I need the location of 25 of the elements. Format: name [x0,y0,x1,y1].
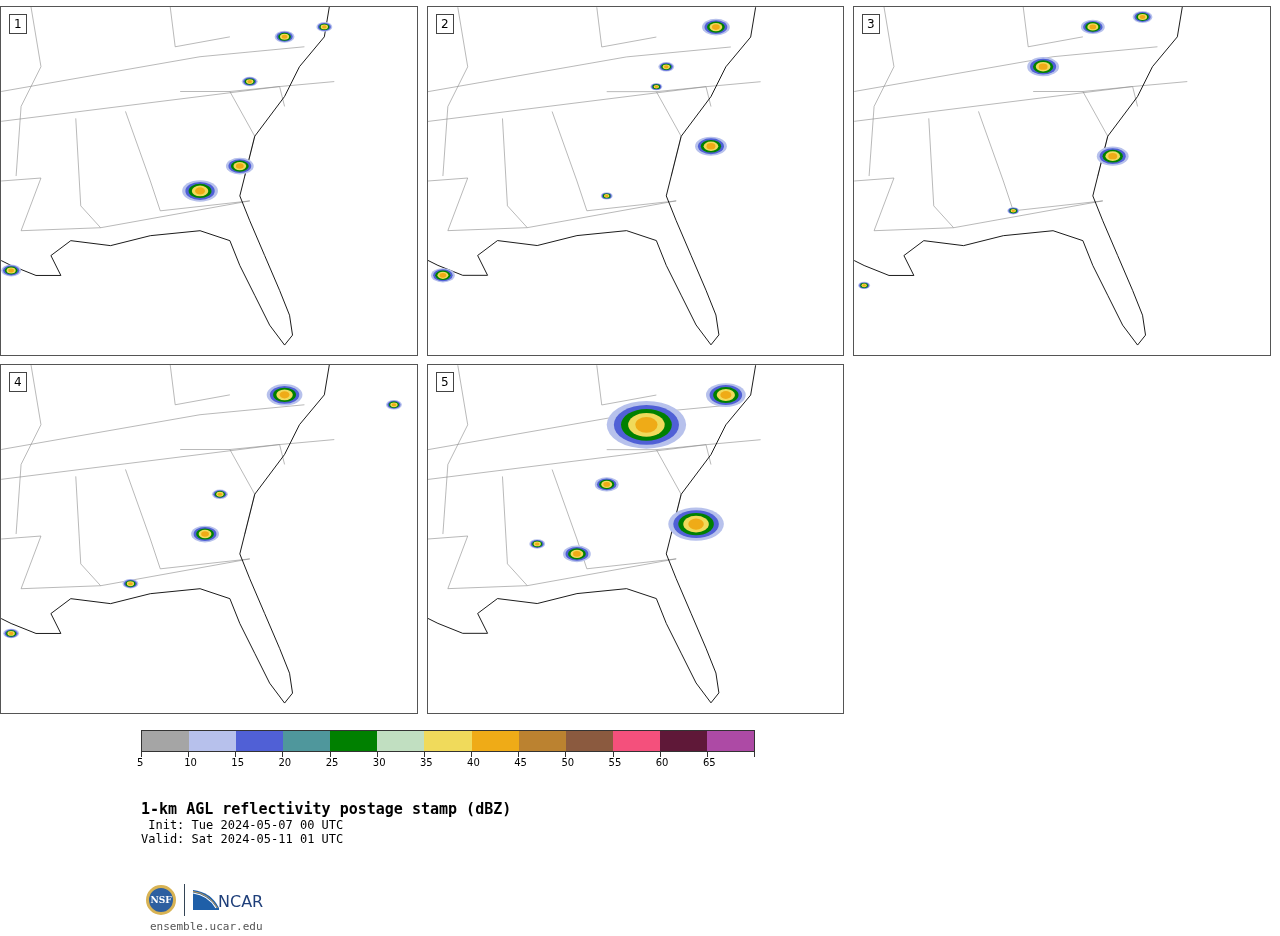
valid-time: Valid: Sat 2024-05-11 01 UTC [141,832,345,846]
tick-label: 15 [231,757,245,768]
tick-label: 25 [325,757,339,768]
panel-number: 2 [436,14,454,34]
init-time: Init: Tue 2024-05-07 00 UTC [147,818,345,832]
tick-label: 5 [137,757,144,768]
chart-title: 1-km AGL reflectivity postage stamp (dBZ) [141,801,513,818]
nsf-logo: NSF [146,885,176,915]
tick-label: 10 [184,757,197,768]
tick-label: 30 [372,757,386,768]
ncar-logo-icon [193,890,219,910]
tick-label: 50 [561,757,575,768]
ncar-logo-text: NCAR [218,892,264,911]
panel-number: 4 [9,372,27,392]
panel-number: 1 [9,14,27,34]
tick-label: 40 [467,757,480,768]
tick-label: 45 [514,757,527,768]
tick-label: 20 [278,757,292,768]
tick-label: 35 [419,757,433,768]
panel-number: 3 [862,14,880,34]
tick-label: 60 [655,757,669,768]
tick-label: 55 [608,757,622,768]
panel-number: 5 [436,372,454,392]
tick-label: 65 [702,757,716,768]
website-url[interactable]: ensemble.ucar.edu [150,920,1280,933]
